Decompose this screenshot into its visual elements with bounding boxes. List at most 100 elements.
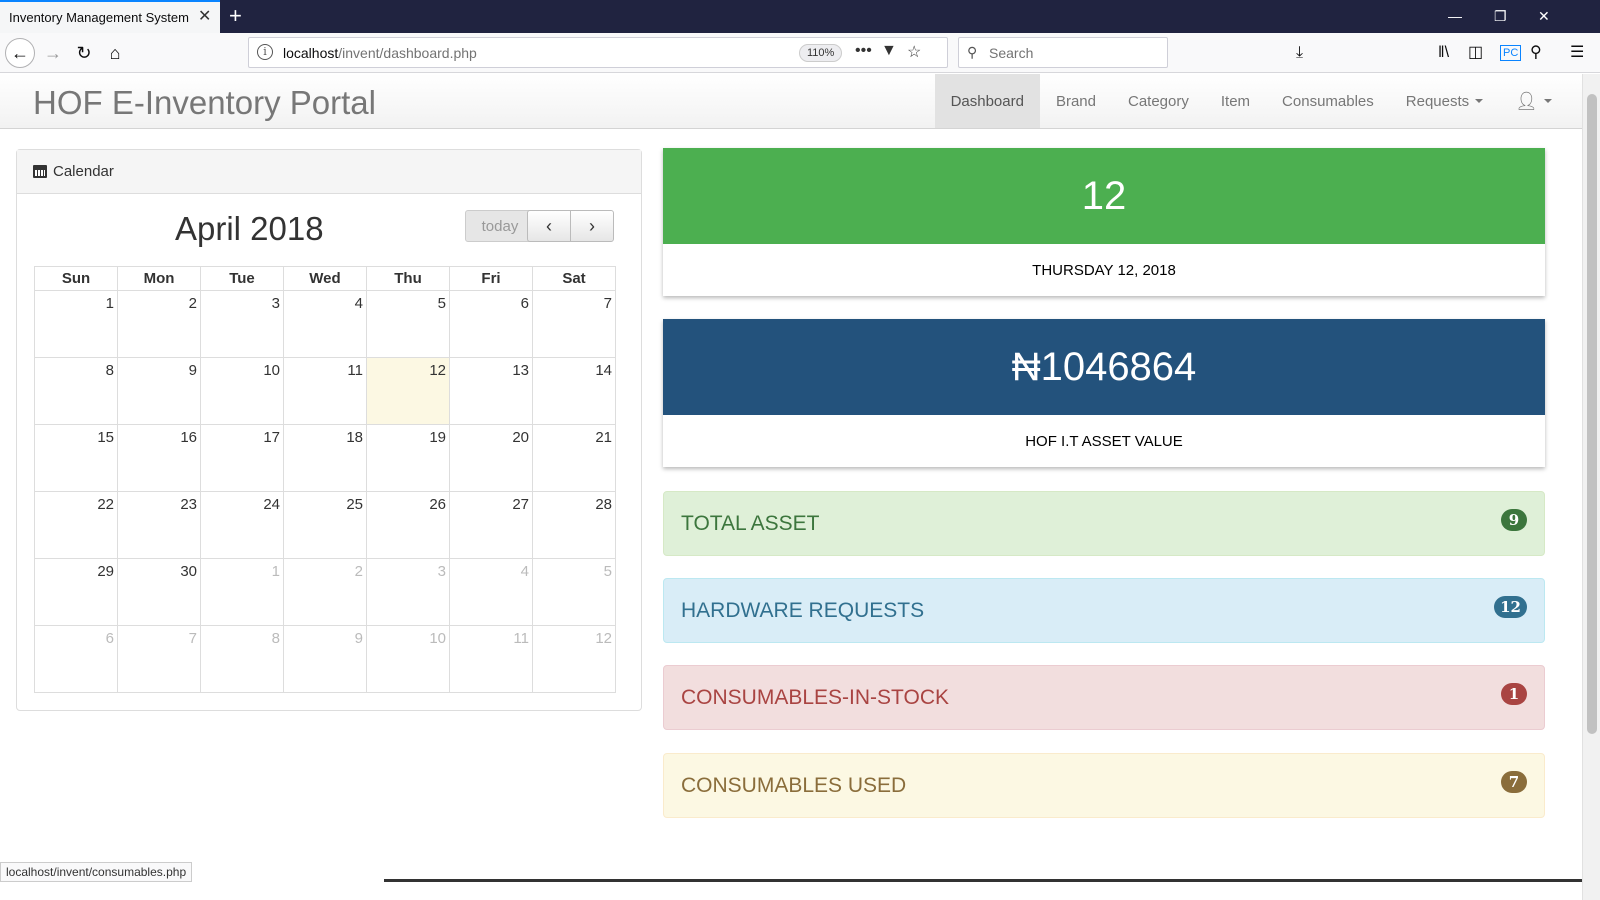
calendar-day[interactable]: 30 bbox=[117, 558, 201, 626]
today-button[interactable]: today bbox=[465, 210, 535, 242]
back-icon[interactable]: ← bbox=[5, 38, 35, 68]
calendar-day[interactable]: 11 bbox=[283, 357, 367, 425]
nav-dashboard[interactable]: Dashboard bbox=[934, 74, 1040, 128]
calendar-icon bbox=[33, 165, 47, 178]
nav-requests[interactable]: Requests bbox=[1390, 74, 1499, 128]
calendar-day[interactable]: 5 bbox=[366, 290, 450, 358]
user-menu[interactable]: 👤︎ bbox=[1499, 74, 1582, 128]
site-info-icon[interactable]: i bbox=[257, 44, 273, 60]
minimize-icon[interactable]: — bbox=[1448, 6, 1462, 26]
calendar-day-other-month[interactable]: 7 bbox=[117, 625, 201, 693]
calendar-day[interactable]: 16 bbox=[117, 424, 201, 492]
restore-icon[interactable]: ❐ bbox=[1494, 6, 1507, 26]
calendar-day-today[interactable]: 12 bbox=[366, 357, 450, 425]
zoom-indicator[interactable]: 110% bbox=[799, 44, 843, 62]
consumables-used-badge: 7 bbox=[1501, 771, 1527, 793]
consumables-in-stock-panel[interactable]: CONSUMABLES-IN-STOCK 1 bbox=[663, 665, 1545, 730]
weekday-header: Sat bbox=[532, 266, 616, 291]
calendar-day[interactable]: 9 bbox=[117, 357, 201, 425]
calendar-day-other-month[interactable]: 10 bbox=[366, 625, 450, 693]
nav-consumables[interactable]: Consumables bbox=[1266, 74, 1390, 128]
calendar-day[interactable]: 20 bbox=[449, 424, 533, 492]
prev-month-button[interactable]: ‹ bbox=[527, 210, 571, 242]
calendar-day-other-month[interactable]: 8 bbox=[200, 625, 284, 693]
chevron-right-icon: › bbox=[589, 215, 595, 236]
calendar-day[interactable]: 4 bbox=[283, 290, 367, 358]
sidebar-icon[interactable]: ◫ bbox=[1468, 43, 1483, 63]
weekday-header: Fri bbox=[449, 266, 533, 291]
calendar-day[interactable]: 29 bbox=[34, 558, 118, 626]
calendar-day[interactable]: 13 bbox=[449, 357, 533, 425]
calendar-day[interactable]: 2 bbox=[117, 290, 201, 358]
next-month-button[interactable]: › bbox=[570, 210, 614, 242]
nav-item[interactable]: Item bbox=[1205, 74, 1266, 128]
calendar-day[interactable]: 24 bbox=[200, 491, 284, 559]
calendar-day-other-month[interactable]: 5 bbox=[532, 558, 616, 626]
url-bar[interactable]: i localhost/invent/dashboard.php 110% ••… bbox=[248, 37, 948, 68]
calendar-day[interactable]: 18 bbox=[283, 424, 367, 492]
calendar-day[interactable]: 10 bbox=[200, 357, 284, 425]
new-tab-icon[interactable]: + bbox=[229, 3, 242, 29]
calendar-day[interactable]: 7 bbox=[532, 290, 616, 358]
page-scrollbar[interactable] bbox=[1582, 74, 1600, 900]
library-icon[interactable]: ‖\ bbox=[1438, 43, 1449, 63]
calendar-day[interactable]: 17 bbox=[200, 424, 284, 492]
calendar-panel-heading: Calendar bbox=[17, 150, 641, 194]
calendar-day[interactable]: 25 bbox=[283, 491, 367, 559]
calendar-day[interactable]: 19 bbox=[366, 424, 450, 492]
hardware-requests-panel[interactable]: HARDWARE REQUESTS 12 bbox=[663, 578, 1545, 643]
download-icon[interactable]: ⤓ bbox=[1296, 43, 1303, 63]
hardware-requests-badge: 12 bbox=[1494, 596, 1527, 618]
calendar-day[interactable]: 3 bbox=[200, 290, 284, 358]
nav-category[interactable]: Category bbox=[1112, 74, 1205, 128]
calendar-day-other-month[interactable]: 11 bbox=[449, 625, 533, 693]
calendar-day[interactable]: 26 bbox=[366, 491, 450, 559]
nav-brand[interactable]: Brand bbox=[1040, 74, 1112, 128]
calendar-day[interactable]: 28 bbox=[532, 491, 616, 559]
browser-tab[interactable]: Inventory Management System ✕ bbox=[0, 0, 220, 33]
date-card: 12 THURSDAY 12, 2018 bbox=[663, 148, 1545, 296]
page-content: HOF E-Inventory Portal Dashboard Brand C… bbox=[0, 74, 1582, 900]
forward-icon[interactable]: → bbox=[38, 38, 68, 68]
consumables-used-label: CONSUMABLES USED bbox=[681, 774, 907, 797]
calendar-day[interactable]: 15 bbox=[34, 424, 118, 492]
reload-icon[interactable]: ↻ bbox=[69, 38, 99, 68]
calendar-day[interactable]: 6 bbox=[449, 290, 533, 358]
search-input[interactable]: ⚲ Search bbox=[958, 37, 1168, 68]
calendar-day[interactable]: 1 bbox=[34, 290, 118, 358]
bookmark-star-icon[interactable]: ☆ bbox=[907, 42, 921, 62]
calendar-day-other-month[interactable]: 4 bbox=[449, 558, 533, 626]
weekday-header: Mon bbox=[117, 266, 201, 291]
browser-tab-title: Inventory Management System bbox=[9, 10, 189, 25]
extension-icon[interactable]: PC bbox=[1500, 45, 1522, 61]
close-window-icon[interactable]: ✕ bbox=[1538, 6, 1550, 26]
date-text: THURSDAY 12, 2018 bbox=[1032, 261, 1176, 279]
magnifier-icon[interactable]: ⚲ bbox=[1530, 43, 1542, 63]
calendar-day[interactable]: 14 bbox=[532, 357, 616, 425]
calendar-day-other-month[interactable]: 9 bbox=[283, 625, 367, 693]
page-actions-icon[interactable]: ••• bbox=[855, 42, 872, 60]
calendar-day-other-month[interactable]: 12 bbox=[532, 625, 616, 693]
asset-value-label: HOF I.T ASSET VALUE bbox=[1025, 432, 1183, 450]
weekday-header: Sun bbox=[34, 266, 118, 291]
consumables-used-panel[interactable]: CONSUMABLES USED 7 bbox=[663, 753, 1545, 818]
url-text[interactable]: localhost/invent/dashboard.php bbox=[283, 45, 477, 61]
calendar-day[interactable]: 8 bbox=[34, 357, 118, 425]
calendar-day-other-month[interactable]: 6 bbox=[34, 625, 118, 693]
status-url-tooltip: localhost/invent/consumables.php bbox=[0, 862, 193, 882]
calendar-day[interactable]: 23 bbox=[117, 491, 201, 559]
app-brand[interactable]: HOF E-Inventory Portal bbox=[33, 84, 376, 122]
calendar-day-other-month[interactable]: 3 bbox=[366, 558, 450, 626]
calendar-day-other-month[interactable]: 2 bbox=[283, 558, 367, 626]
home-icon[interactable]: ⌂ bbox=[100, 38, 130, 68]
calendar-day[interactable]: 21 bbox=[532, 424, 616, 492]
calendar-day[interactable]: 22 bbox=[34, 491, 118, 559]
scrollbar-thumb[interactable] bbox=[1587, 94, 1597, 734]
pocket-icon[interactable]: ▼ bbox=[881, 42, 897, 60]
close-tab-icon[interactable]: ✕ bbox=[198, 8, 211, 26]
total-asset-panel[interactable]: TOTAL ASSET 9 bbox=[663, 491, 1545, 556]
total-asset-label: TOTAL ASSET bbox=[681, 512, 820, 535]
menu-icon[interactable]: ☰ bbox=[1570, 43, 1584, 63]
calendar-day[interactable]: 27 bbox=[449, 491, 533, 559]
calendar-day-other-month[interactable]: 1 bbox=[200, 558, 284, 626]
